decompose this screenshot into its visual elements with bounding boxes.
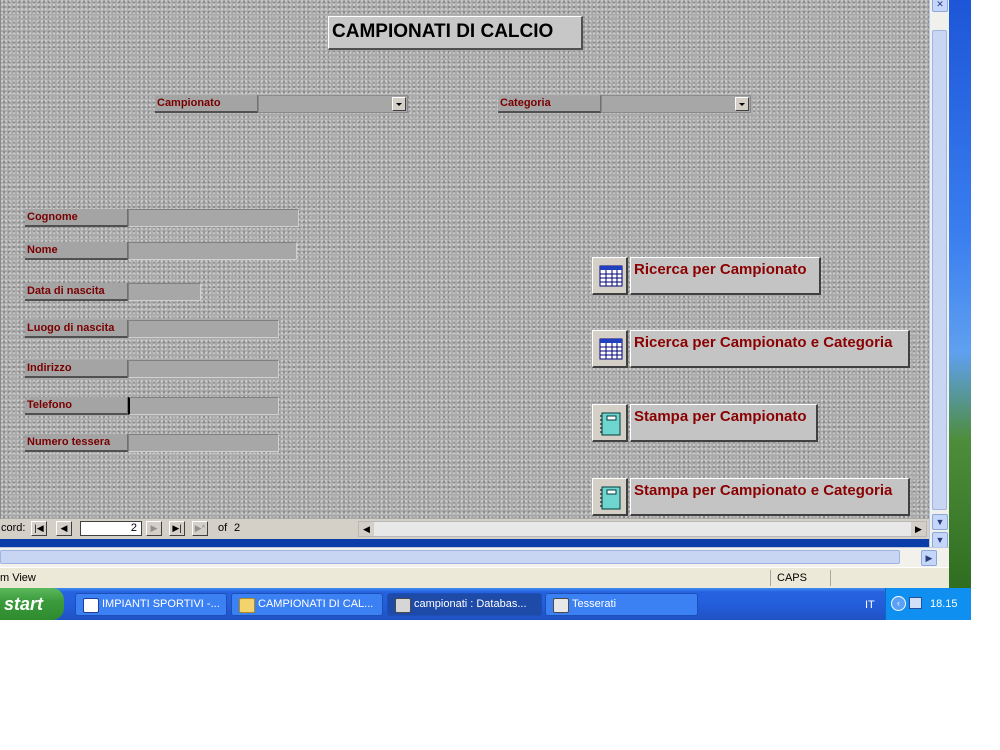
task-campionati-folder[interactable]: CAMPIONATI DI CAL... [231, 593, 383, 616]
stampa-campionato-categoria-icon-button[interactable] [592, 478, 628, 516]
status-separator [770, 570, 771, 586]
task-label: campionati : Databas... [414, 598, 527, 610]
chevron-down-icon[interactable] [735, 97, 749, 111]
record-total: 2 [234, 522, 241, 534]
window-divider [0, 539, 929, 547]
task-tesserati[interactable]: Tesserati [545, 593, 698, 616]
nome-label: Nome [25, 242, 128, 260]
form-title: CAMPIONATI DI CALCIO [328, 16, 583, 50]
stampa-campionato-categoria-button[interactable]: Stampa per Campionato e Categoria [630, 478, 910, 516]
telefono-field[interactable] [128, 397, 279, 415]
cognome-field[interactable] [128, 209, 299, 227]
screen: CAMPIONATI DI CALCIO Campionato Categori… [0, 0, 971, 620]
first-record-button[interactable]: |◀ [31, 521, 47, 536]
indirizzo-field[interactable] [128, 360, 279, 378]
window-horizontal-scrollbar[interactable]: ▶ [0, 547, 949, 568]
ricerca-campionato-categoria-icon-button[interactable] [592, 330, 628, 368]
desktop-wallpaper [949, 0, 971, 588]
caps-indicator: CAPS [777, 572, 807, 584]
scroll-left-icon[interactable]: ◀ [359, 522, 374, 536]
indirizzo-label: Indirizzo [25, 360, 128, 378]
vertical-scroll-thumb[interactable] [932, 30, 947, 510]
ricerca-campionato-button[interactable]: Ricerca per Campionato [630, 257, 821, 295]
network-icon[interactable] [909, 597, 922, 609]
close-icon[interactable]: ✕ [932, 0, 948, 12]
data-nascita-label: Data di nascita [25, 283, 128, 301]
system-tray: ‹ 18.15 [885, 588, 971, 620]
campionato-label: Campionato [155, 95, 258, 113]
last-record-button[interactable]: ▶| [169, 521, 185, 536]
campionato-combo[interactable] [258, 95, 408, 113]
status-bar: m View CAPS [0, 567, 949, 589]
report-icon [600, 486, 621, 510]
data-nascita-field[interactable] [128, 283, 201, 301]
new-record-button[interactable]: ▶* [192, 521, 208, 536]
stampa-campionato-button[interactable]: Stampa per Campionato [630, 404, 818, 442]
previous-record-button[interactable]: ◀ [56, 521, 72, 536]
cognome-label: Cognome [25, 209, 128, 227]
vertical-scrollbar[interactable]: ✕ ▼ ▼ [929, 0, 949, 550]
luogo-nascita-label: Luogo di nascita [25, 320, 128, 338]
categoria-label: Categoria [498, 95, 601, 113]
table-icon [599, 265, 623, 287]
scroll-right-icon[interactable]: ▶ [921, 550, 937, 566]
telefono-label: Telefono [25, 397, 128, 415]
of-label: of [218, 522, 228, 534]
scroll-down-icon[interactable]: ▼ [932, 514, 948, 530]
task-label: CAMPIONATI DI CAL... [258, 598, 374, 610]
record-label: cord: [1, 522, 26, 534]
table-icon [599, 338, 623, 360]
horizontal-scroll-thumb[interactable] [0, 550, 900, 564]
scroll-right-icon[interactable]: ▶ [911, 522, 926, 536]
task-label: Tesserati [572, 598, 617, 610]
ricerca-campionato-categoria-button[interactable]: Ricerca per Campionato e Categoria [630, 330, 910, 368]
start-button[interactable]: start [0, 588, 64, 620]
luogo-nascita-field[interactable] [128, 320, 279, 338]
categoria-combo[interactable] [601, 95, 751, 113]
record-navigator: cord: |◀ ◀ 2 ▶ ▶| ▶* of 2 ◀ ▶ [0, 519, 929, 539]
clock: 18.15 [930, 598, 958, 610]
language-indicator[interactable]: IT [865, 599, 875, 611]
taskbar: start IMPIANTI SPORTIVI -... CAMPIONATI … [0, 588, 971, 620]
word-icon [83, 598, 99, 613]
form-horizontal-scrollbar[interactable]: ◀ ▶ [358, 521, 927, 537]
scroll-down-icon[interactable]: ▼ [932, 532, 948, 548]
folder-icon [239, 598, 255, 613]
numero-tessera-label: Numero tessera [25, 434, 128, 452]
task-label: IMPIANTI SPORTIVI -... [102, 598, 220, 610]
task-campionati-database[interactable]: campionati : Databas... [387, 593, 542, 616]
nome-field[interactable] [128, 242, 297, 260]
status-separator [830, 570, 831, 586]
chevron-down-icon[interactable] [392, 97, 406, 111]
numero-tessera-field[interactable] [128, 434, 279, 452]
status-view-text: m View [0, 572, 36, 584]
access-form: CAMPIONATI DI CALCIO Campionato Categori… [0, 0, 930, 520]
task-impianti-sportivi[interactable]: IMPIANTI SPORTIVI -... [75, 593, 227, 616]
record-number-input[interactable]: 2 [80, 521, 142, 536]
next-record-button[interactable]: ▶ [146, 521, 162, 536]
ricerca-campionato-icon-button[interactable] [592, 257, 628, 295]
form-icon [553, 598, 569, 613]
stampa-campionato-icon-button[interactable] [592, 404, 628, 442]
report-icon [600, 412, 621, 436]
chevron-left-icon[interactable]: ‹ [891, 596, 906, 611]
access-icon [395, 598, 411, 613]
